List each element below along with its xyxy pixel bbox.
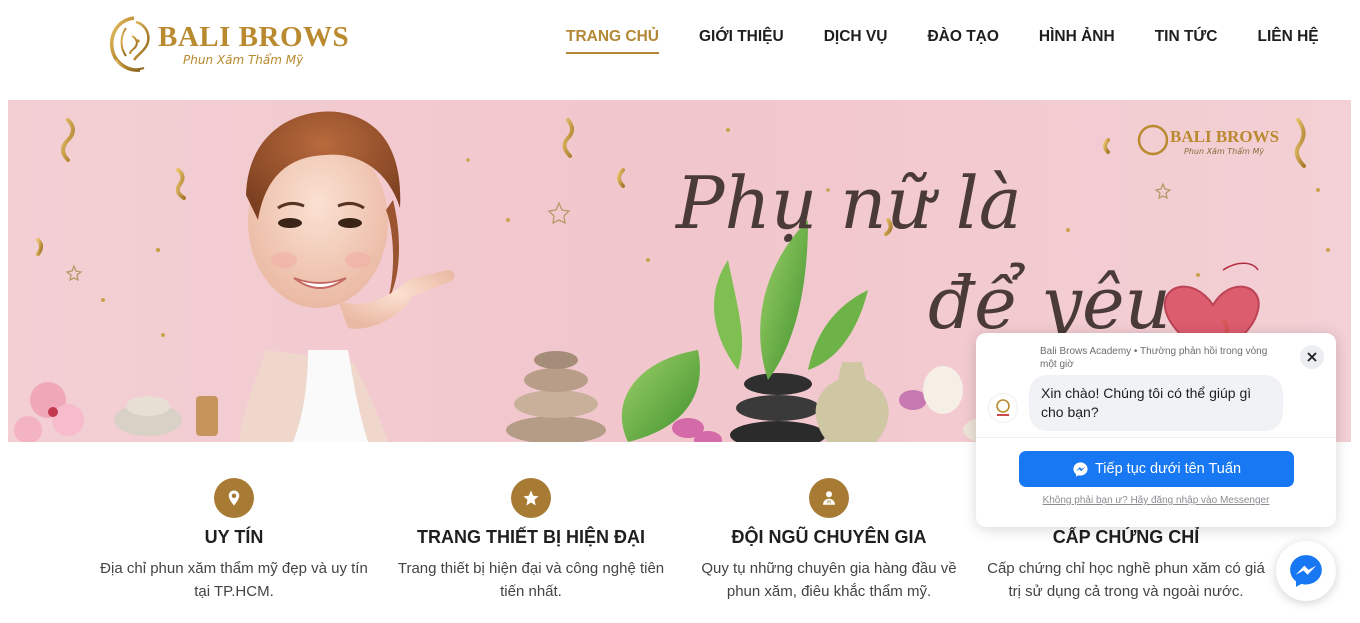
nav-item-gallery[interactable]: HÌNH ẢNH — [1039, 28, 1115, 54]
messenger-icon — [1290, 555, 1322, 587]
banner-logo-subtitle: Phun Xăm Thẩm Mỹ — [1184, 146, 1264, 156]
chat-divider — [976, 437, 1336, 438]
nav-item-news[interactable]: TIN TỨC — [1155, 28, 1218, 54]
close-icon[interactable] — [1300, 345, 1324, 369]
continue-label: Tiếp tục dưới tên Tuấn — [1094, 461, 1242, 477]
main-nav: TRANG CHỦ GIỚI THIỆU DỊCH VỤ ĐÀO TẠO HÌN… — [566, 28, 1319, 54]
feature-description: Trang thiết bị hiện đại và công nghệ tiê… — [397, 560, 665, 600]
nav-item-training[interactable]: ĐÀO TẠO — [927, 28, 998, 54]
nav-item-home[interactable]: TRANG CHỦ — [566, 28, 659, 54]
feature-title: TRANG THIẾT BỊ HIỆN ĐẠI — [417, 527, 645, 547]
nav-item-services[interactable]: DỊCH VỤ — [824, 28, 888, 54]
feature-title: ĐỘI NGŨ CHUYÊN GIA — [731, 527, 927, 547]
chat-conversation: Bali Brows Academy • Thường phản hồi tro… — [976, 333, 1336, 437]
messenger-chat-popup: Bali Brows Academy • Thường phản hồi tro… — [976, 333, 1336, 527]
feature-description: Quy tụ những chuyên gia hàng đầu về phun… — [701, 560, 957, 600]
logo-face-icon — [109, 16, 150, 72]
feature-title: UY TÍN — [204, 527, 264, 547]
star-icon — [511, 478, 551, 518]
logo-title: BALI BROWS — [158, 21, 350, 53]
feature-description: Địa chỉ phun xăm thẩm mỹ đẹp và uy tín t… — [100, 560, 368, 600]
banner-headline-line1: Phụ nữ là — [674, 161, 1022, 245]
nav-item-contact[interactable]: LIÊN HỆ — [1257, 28, 1318, 54]
chat-page-info: Bali Brows Academy • Thường phản hồi tro… — [1040, 346, 1268, 370]
nav-item-about[interactable]: GIỚI THIỆU — [699, 28, 784, 54]
feature-description: Cấp chứng chỉ học nghề phun xăm có giá t… — [987, 560, 1265, 600]
continue-as-user-button[interactable]: Tiếp tục dưới tên Tuấn — [1019, 451, 1294, 487]
login-messenger-link[interactable]: Không phải bạn ư? Hãy đăng nhập vào Mess… — [976, 495, 1336, 506]
messenger-icon — [1073, 461, 1088, 477]
feature-expert-team: ĐỘI NGŨ CHUYÊN GIA Quy tụ những chuyên g… — [679, 478, 979, 603]
avatar — [988, 393, 1018, 423]
feature-reputation: UY TÍN Địa chỉ phun xăm thẩm mỹ đẹp và u… — [84, 478, 384, 603]
map-pin-icon — [214, 478, 254, 518]
logo-subtitle: Phun Xăm Thẩm Mỹ — [183, 53, 304, 67]
site-header: BALI BROWS Phun Xăm Thẩm Mỹ TRANG CHỦ GI… — [0, 0, 1360, 100]
feature-modern-equipment: TRANG THIẾT BỊ HIỆN ĐẠI Trang thiết bị h… — [381, 478, 681, 603]
banner-logo-title: BALI BROWS — [1170, 127, 1279, 146]
messenger-launcher-button[interactable] — [1276, 541, 1336, 601]
feature-title: CẤP CHỨNG CHỈ — [1052, 527, 1200, 547]
chat-greeting-bubble: Xin chào! Chúng tôi có thể giúp gì cho b… — [1029, 375, 1283, 431]
user-doctor-icon — [809, 478, 849, 518]
site-logo[interactable]: BALI BROWS Phun Xăm Thẩm Mỹ — [104, 14, 354, 76]
